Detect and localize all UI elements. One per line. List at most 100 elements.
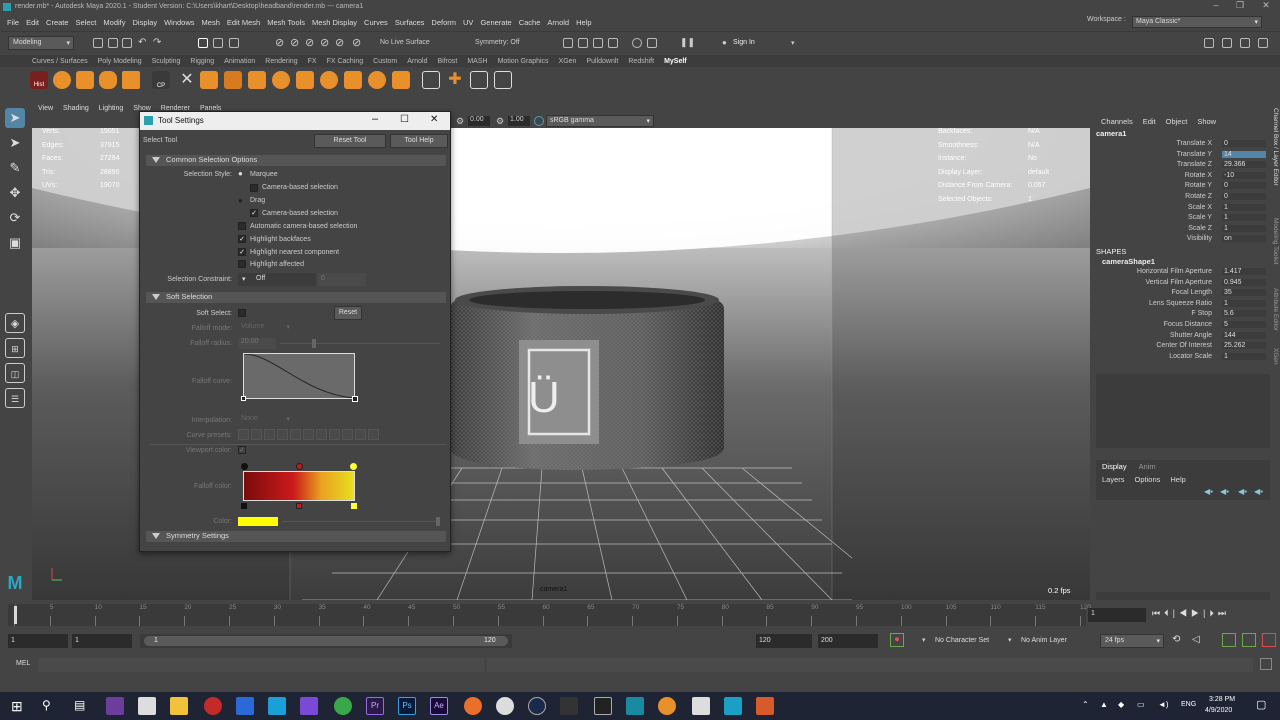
- premiere-icon[interactable]: Pr: [366, 697, 384, 715]
- hypershade-icon[interactable]: [608, 38, 618, 48]
- side-tab-2[interactable]: Attribute Editor: [1272, 288, 1279, 331]
- soft-select-reset-button[interactable]: Reset: [334, 306, 362, 320]
- channel-row[interactable]: Translate Y 14: [1092, 150, 1270, 162]
- scale-tool-icon[interactable]: ▣: [5, 233, 25, 253]
- falloff-curve-graph[interactable]: [243, 353, 355, 399]
- key-tangent-icon[interactable]: [1242, 633, 1256, 647]
- symmetry-label[interactable]: Symmetry: Off: [475, 39, 520, 46]
- layout-icon-2[interactable]: [1222, 38, 1232, 48]
- paint-select-icon[interactable]: ✎: [5, 158, 25, 178]
- redo-icon[interactable]: ↷: [153, 37, 161, 48]
- character-set-label[interactable]: No Character Set: [935, 637, 989, 644]
- menu-deform[interactable]: Deform: [431, 18, 456, 27]
- curve-point-start[interactable]: [241, 396, 246, 401]
- layout-icon-3[interactable]: [1240, 38, 1250, 48]
- channel-row[interactable]: Focus Distance 5: [1092, 321, 1270, 332]
- channel-value[interactable]: on: [1222, 235, 1266, 243]
- side-tab-3[interactable]: XGen: [1272, 348, 1279, 365]
- soft-select-checkbox[interactable]: [238, 309, 246, 317]
- itunes-icon[interactable]: [496, 697, 514, 715]
- channel-value[interactable]: 14: [1222, 150, 1266, 158]
- ipr-render-icon[interactable]: [578, 38, 588, 48]
- menu-mesh[interactable]: Mesh: [202, 18, 220, 27]
- soft-selection-section[interactable]: Soft Selection: [146, 292, 446, 303]
- channel-row[interactable]: Focal Length 35: [1092, 289, 1270, 300]
- multi-cut-icon[interactable]: [422, 71, 440, 89]
- color-swatch[interactable]: [238, 517, 278, 526]
- single-view-icon[interactable]: ◈: [5, 313, 25, 333]
- windows-start-icon[interactable]: ⊞: [11, 698, 23, 715]
- lasso-tool-icon[interactable]: ➤: [5, 133, 25, 153]
- channel-value[interactable]: 0.945: [1222, 278, 1266, 286]
- shelf-tab-7[interactable]: FX Caching: [327, 58, 364, 65]
- task-view-icon[interactable]: ▤: [74, 698, 85, 712]
- channel-value[interactable]: 144: [1222, 331, 1266, 339]
- menu-file[interactable]: File: [7, 18, 19, 27]
- gradient-handle-2[interactable]: [296, 503, 302, 509]
- make-live-icon[interactable]: ⊘: [335, 36, 344, 49]
- anim-layer-label[interactable]: No Anim Layer: [1021, 637, 1067, 644]
- select-object-icon[interactable]: [213, 38, 223, 48]
- bevel-icon[interactable]: [224, 71, 242, 89]
- viewport-menu-view[interactable]: View: [38, 105, 53, 112]
- range-track[interactable]: 1 120: [140, 634, 512, 648]
- channel-row[interactable]: Shutter Angle 144: [1092, 331, 1270, 343]
- shelf-tab-0[interactable]: Curves / Surfaces: [32, 58, 88, 65]
- smooth-icon[interactable]: [320, 71, 338, 89]
- tray-icon-2[interactable]: ◆: [1118, 700, 1124, 709]
- menu-help[interactable]: Help: [576, 18, 591, 27]
- layer-menu-options[interactable]: Options: [1135, 475, 1161, 484]
- channel-value[interactable]: 1: [1222, 352, 1266, 360]
- menu-cache[interactable]: Cache: [519, 18, 541, 27]
- camera-based-checkbox-2[interactable]: ✓: [250, 209, 258, 217]
- channel-value[interactable]: 1: [1222, 203, 1266, 211]
- quad-draw-icon[interactable]: [470, 71, 488, 89]
- search-icon[interactable]: ⚲: [42, 698, 51, 712]
- channel-value[interactable]: 5: [1222, 321, 1266, 328]
- shelf-tab-16[interactable]: MySelf: [664, 58, 687, 65]
- channel-value[interactable]: 0: [1222, 193, 1266, 200]
- shelf-tab-4[interactable]: Animation: [224, 58, 255, 65]
- poly-cylinder-icon[interactable]: [99, 71, 117, 89]
- notifications-icon[interactable]: ▢: [1256, 698, 1266, 711]
- app-icon-7[interactable]: [692, 697, 710, 715]
- magnet-icon[interactable]: ⊘: [352, 36, 361, 49]
- persp-outliner-icon[interactable]: ◫: [5, 363, 25, 383]
- select-tool-icon[interactable]: ➤: [5, 108, 25, 128]
- maya-taskbar-icon-1[interactable]: [626, 697, 644, 715]
- auto-camera-checkbox[interactable]: [238, 222, 246, 230]
- camera-based-checkbox-1[interactable]: [250, 184, 258, 192]
- poly-cube-icon[interactable]: [76, 71, 94, 89]
- clock-time[interactable]: 3:28 PM: [1209, 696, 1235, 703]
- bridge-icon[interactable]: [248, 71, 266, 89]
- menu-select[interactable]: Select: [76, 18, 97, 27]
- file-explorer-icon[interactable]: [170, 697, 188, 715]
- shelf-tab-15[interactable]: Redshift: [628, 58, 654, 65]
- playback-controls[interactable]: ⏮⏴|◀▶|⏵⏭: [1152, 608, 1230, 619]
- channel-value[interactable]: 1: [1222, 214, 1266, 222]
- channel-row[interactable]: Rotate Y 0: [1092, 182, 1270, 193]
- move-tool-icon[interactable]: ✥: [5, 183, 25, 203]
- exposure-icon[interactable]: ⚙: [456, 116, 464, 127]
- channel-row[interactable]: Lens Squeeze Ratio 1: [1092, 299, 1270, 311]
- visual-studio-icon[interactable]: [300, 697, 318, 715]
- photoshop-icon[interactable]: Ps: [398, 697, 416, 715]
- menu-arnold[interactable]: Arnold: [547, 18, 569, 27]
- menu-create[interactable]: Create: [46, 18, 69, 27]
- colorspace-dropdown[interactable]: sRGB gamma ▾: [546, 115, 654, 127]
- close-icon[interactable]: ✕: [430, 114, 438, 125]
- channel-value[interactable]: 1.417: [1222, 268, 1266, 275]
- menu-surfaces[interactable]: Surfaces: [395, 18, 425, 27]
- sound-icon[interactable]: ◁: [1192, 634, 1200, 645]
- snap-point-icon[interactable]: ⊘: [305, 36, 314, 49]
- boolean-icon[interactable]: [368, 71, 386, 89]
- shelf-tab-8[interactable]: Custom: [373, 58, 397, 65]
- channel-value[interactable]: 25.262: [1222, 342, 1266, 350]
- app-icon-5[interactable]: [560, 697, 578, 715]
- after-effects-icon[interactable]: Ae: [430, 697, 448, 715]
- highlight-nearest-checkbox[interactable]: ✓: [238, 248, 246, 256]
- shelf-tab-9[interactable]: Arnold: [407, 58, 427, 65]
- snap-curve-icon[interactable]: ⊘: [290, 36, 299, 49]
- user-icon[interactable]: ●: [722, 38, 727, 47]
- mirror-icon[interactable]: [344, 71, 362, 89]
